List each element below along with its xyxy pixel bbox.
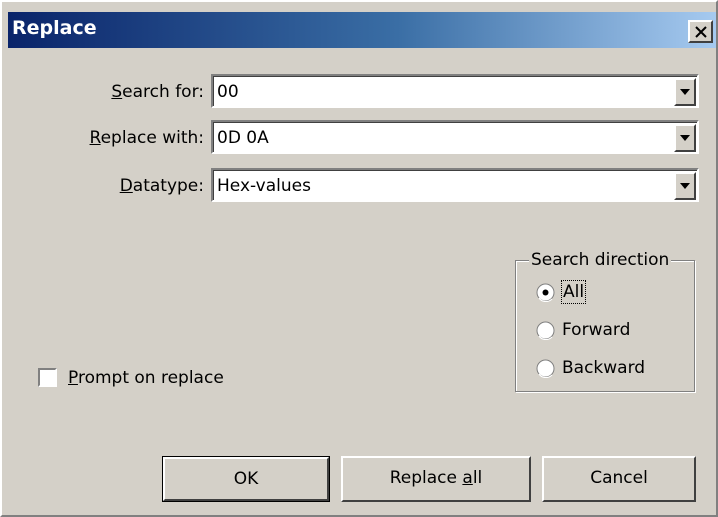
radio-all-label: All [560, 280, 587, 304]
chevron-down-icon [680, 183, 690, 189]
search-for-combobox[interactable]: 00 [211, 74, 699, 108]
search-for-input[interactable]: 00 [217, 81, 239, 103]
datatype-select[interactable]: Hex-values [217, 175, 311, 197]
replace-with-label-text: eplace with: [100, 128, 204, 148]
search-for-accel: S [111, 82, 123, 102]
ok-button-label: OK [163, 457, 329, 501]
datatype-combobox[interactable]: Hex-values [211, 168, 699, 202]
cancel-button-label: Cancel [590, 468, 648, 488]
radio-icon[interactable] [536, 359, 555, 378]
datatype-dropdown-button[interactable] [674, 172, 696, 200]
replace-with-input[interactable]: 0D 0A [217, 127, 269, 149]
replace-with-dropdown-button[interactable] [674, 124, 696, 152]
ok-button[interactable]: OK [162, 456, 330, 502]
title-bar[interactable]: Replace [8, 12, 716, 48]
close-icon [695, 26, 707, 38]
search-for-label: Search for: [62, 77, 204, 107]
chevron-down-icon [680, 135, 690, 141]
replace-with-accel: R [89, 128, 101, 148]
radio-icon[interactable] [536, 283, 555, 302]
prompt-on-replace-checkbox[interactable] [38, 368, 57, 387]
prompt-on-replace-label[interactable]: Prompt on replace [68, 367, 224, 389]
replace-all-button[interactable]: Replace all [341, 456, 531, 502]
chevron-down-icon [680, 89, 690, 95]
cancel-button[interactable]: Cancel [542, 456, 696, 502]
datatype-label-text: atatype: [132, 176, 204, 196]
search-for-label-text: earch for: [122, 82, 204, 102]
datatype-label: Datatype: [62, 171, 204, 201]
replace-with-label: Replace with: [42, 123, 204, 153]
prompt-label-text: rompt on replace [77, 368, 224, 388]
radio-forward-label: Forward [562, 320, 631, 340]
search-for-dropdown-button[interactable] [674, 78, 696, 106]
replace-all-label-rest: ll [472, 468, 483, 488]
radio-backward-label: Backward [562, 358, 646, 378]
close-button[interactable] [688, 20, 713, 43]
replace-with-combobox[interactable]: 0D 0A [211, 120, 699, 154]
search-direction-legend: Search direction [529, 249, 672, 271]
radio-icon[interactable] [536, 321, 555, 340]
replace-all-accel: a [462, 468, 473, 488]
replace-all-label-prefix: Replace [389, 468, 463, 488]
replace-dialog: Replace Search for: 00 Replace with: 0D … [0, 0, 718, 517]
window-title: Replace [12, 17, 97, 39]
prompt-accel: P [68, 368, 78, 388]
search-direction-group: Search direction All Forward Backward [515, 249, 695, 392]
datatype-accel: D [119, 176, 133, 196]
